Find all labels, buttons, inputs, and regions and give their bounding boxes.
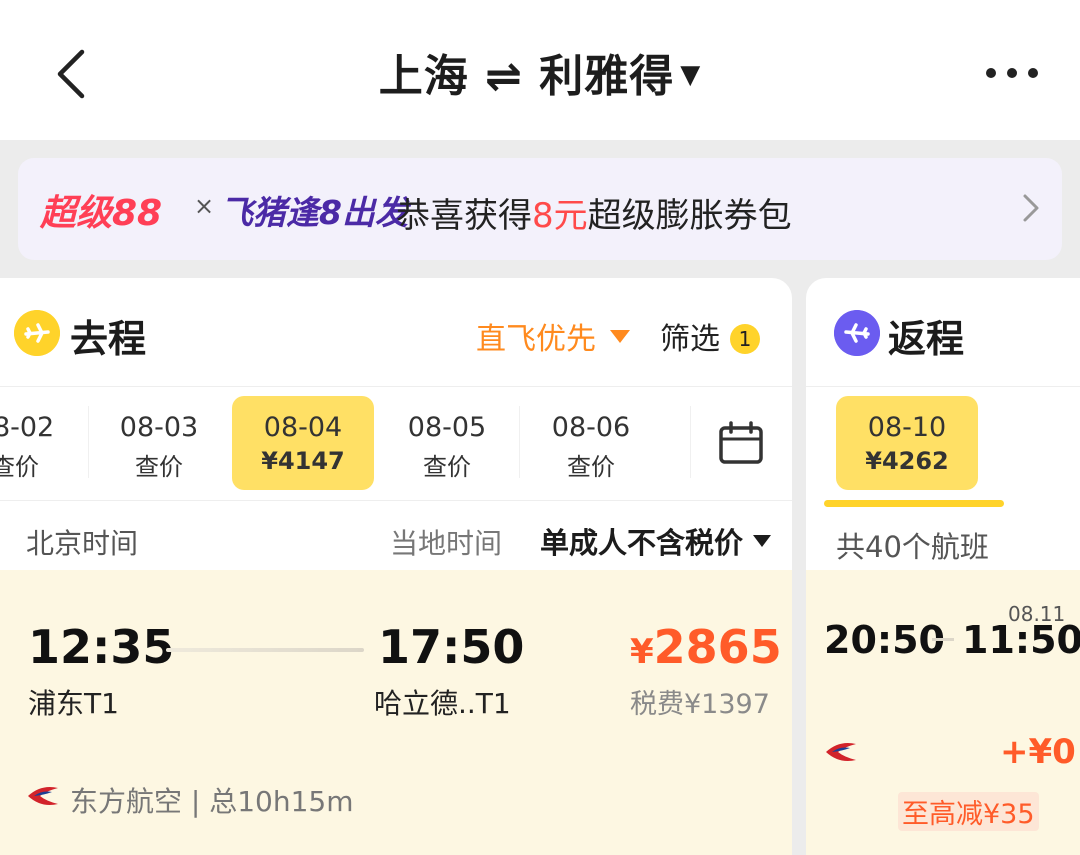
price-mode-label: 单成人不含税价: [540, 526, 744, 560]
flight-count: 共40个航班: [836, 530, 989, 564]
filter-count-badge: 1: [730, 324, 760, 354]
date-tab-date: 08-04: [263, 412, 343, 443]
flight-card[interactable]: 12:35 浦东T1 17:50 哈立德..T1 ¥2865 税费¥1397 东…: [0, 570, 792, 855]
china-eastern-logo-icon: [28, 787, 58, 805]
dropdown-arrow-icon: ▼: [680, 60, 702, 90]
dropdown-arrow-icon: [610, 330, 630, 343]
promo-times: ×: [194, 192, 215, 220]
chevron-right-icon: [1023, 194, 1039, 222]
filter-button[interactable]: 筛选 1: [660, 314, 760, 358]
tax-fee: 税费¥1397: [630, 689, 770, 720]
return-depart-time: 20:50: [824, 618, 945, 662]
china-eastern-logo-icon: [826, 743, 856, 761]
promo-amount: 8元: [532, 196, 588, 236]
date-tab-price: ¥4262: [865, 447, 949, 475]
divider: [0, 500, 792, 501]
more-icon[interactable]: [982, 60, 1042, 86]
outbound-title: 去程: [70, 317, 147, 361]
sort-dropdown[interactable]: 直飞优先: [476, 314, 630, 358]
discount-tag[interactable]: 至高减¥35: [898, 792, 1039, 831]
flight-price: ¥2865: [630, 620, 782, 674]
date-tab-selected[interactable]: 08-04 ¥4147: [232, 396, 374, 490]
promo-message-prefix: 恭喜获得: [396, 196, 532, 236]
date-tab-date: 08-06: [551, 412, 631, 443]
scroll-indicator: [824, 500, 1004, 507]
divider: [0, 386, 792, 387]
price-mode-dropdown[interactable]: 单成人不含税价: [540, 520, 772, 562]
destination-city: 利雅得: [539, 51, 675, 102]
plane-return-icon: [834, 310, 880, 356]
price-currency: ¥: [630, 632, 654, 672]
depart-airport: 浦东T1: [28, 687, 119, 720]
promo-badge-super88: 超级88: [40, 193, 163, 234]
flight-line: [932, 638, 954, 641]
date-tab-date: 08-05: [407, 412, 487, 443]
promo-badge-fliggy: 飞猪逢8出发: [220, 193, 408, 232]
local-time-toggle[interactable]: 当地时间: [390, 522, 502, 562]
depart-time: 12:35: [28, 620, 175, 674]
return-title: 返程: [888, 317, 965, 361]
return-date-tab-selected[interactable]: 08-10 ¥4262: [836, 396, 978, 490]
plane-takeoff-icon: [14, 310, 60, 356]
promo-banner[interactable]: 超级88 × 飞猪逢8出发 恭喜获得8元超级膨胀券包: [18, 158, 1062, 260]
arrive-airport: 哈立德..T1: [374, 687, 511, 720]
divider: [806, 386, 1080, 387]
date-tab-price: 查价: [567, 453, 615, 481]
calendar-icon[interactable]: [718, 421, 764, 465]
return-flight-card[interactable]: 08.11 20:50 11:50 +¥0 至高减¥35: [806, 570, 1080, 855]
airline-info: 东方航空 | 总10h15m: [70, 785, 354, 818]
sort-label: 直飞优先: [476, 322, 596, 357]
promo-message: 恭喜获得8元超级膨胀券包: [396, 188, 792, 237]
date-tab-date: 08-10: [867, 412, 947, 443]
date-tab[interactable]: 08-05 查价: [376, 396, 518, 490]
return-price-diff: +¥0: [1000, 732, 1076, 772]
filter-label: 筛选: [660, 322, 720, 357]
date-tab-price: 查价: [0, 453, 39, 481]
date-tab-price: ¥4147: [261, 447, 345, 475]
arrive-time: 17:50: [378, 620, 525, 674]
beijing-time-label: 北京时间: [26, 527, 139, 560]
date-tab-price: 查价: [135, 453, 183, 481]
date-tab[interactable]: 08-03 查价: [88, 396, 230, 490]
return-panel: 返程 08-10 ¥4262 共40个航班 08.11 20:50 11:50 …: [806, 278, 1080, 855]
origin-city: 上海: [378, 51, 469, 102]
return-arrive-time: 11:50: [962, 618, 1080, 662]
outbound-panel: 去程 直飞优先 筛选 1 08-02 查价 08-03 查价 08-04 ¥414…: [0, 278, 792, 855]
divider: [690, 406, 691, 478]
date-tab-date: 08-02: [0, 412, 55, 443]
flight-line: [166, 648, 364, 652]
promo-message-suffix: 超级膨胀券包: [587, 196, 792, 236]
date-tab[interactable]: 08-02 查价: [0, 396, 86, 490]
route-title[interactable]: 上海 ⇌ 利雅得 ▼: [0, 40, 1080, 104]
date-tab[interactable]: 08-06 查价: [520, 396, 662, 490]
swap-icon: ⇌: [485, 51, 523, 102]
price-amount: 2865: [653, 620, 782, 674]
dropdown-arrow-icon: [753, 535, 772, 547]
date-tab-date: 08-03: [119, 412, 199, 443]
date-tab-price: 查价: [423, 453, 471, 481]
